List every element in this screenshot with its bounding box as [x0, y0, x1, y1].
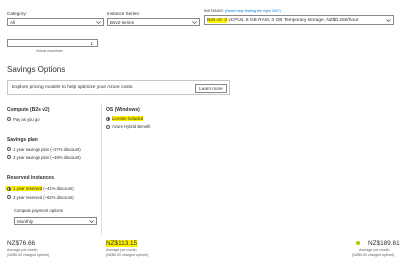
reserved-3yr-label: 3 year reserved (~62% discount): [13, 194, 74, 200]
reserved-1yr-label: 1 year reserved: [13, 186, 43, 191]
savings-plan-1yr-label: 1 year savings plan (~27% discount): [13, 146, 81, 152]
savings-title: Savings Options: [7, 65, 66, 74]
compute-title: Compute (B2s v2): [7, 107, 50, 113]
instance-value-highlight: B2s v2: 2: [207, 18, 227, 23]
quantity-caption: Virtual machines: [36, 49, 63, 53]
reserved-title: Reserved instances: [7, 175, 54, 181]
pay-as-you-go-label: Pay as you go: [13, 116, 40, 122]
savings-plan-3yr-label: 3 year savings plan (~49% discount): [13, 154, 81, 160]
grand-total-amount: NZ$189.81: [368, 240, 400, 247]
category-select[interactable]: All: [7, 18, 104, 26]
savings-plan-1yr-radio[interactable]: [7, 147, 11, 151]
category-label: Category:: [7, 11, 27, 16]
hybrid-benefit-label: Azure Hybrid Benefit: [112, 124, 151, 129]
compute-total-amount: NZ$76.66: [7, 240, 36, 247]
license-included-row: License included: [112, 116, 144, 121]
os-title: OS (Windows): [106, 107, 140, 113]
pay-as-you-go-radio[interactable]: [7, 117, 11, 121]
instance-select[interactable]: B2s v2: 2 vCPUs, 8 GB RAM, 0 GB Temporar…: [204, 15, 394, 25]
payment-options-select[interactable]: Monthly: [14, 217, 97, 225]
category-value: All: [10, 20, 16, 25]
grand-total-caption: Average per month: [359, 248, 390, 252]
column-divider: [101, 103, 102, 235]
series-select[interactable]: Bsv2-series: [107, 18, 200, 26]
hybrid-benefit-radio[interactable]: [106, 124, 110, 129]
os-total-amount-row: NZ$113.15: [106, 240, 138, 247]
chevron-down-icon: [192, 21, 197, 24]
os-total-caption: Average per month: [106, 248, 137, 252]
reserved-1yr-discount: (~41% discount): [42, 186, 74, 191]
banner-text: Explore pricing models to help optimize …: [12, 85, 134, 90]
payment-options-label: Compute payment options: [14, 208, 63, 213]
payment-options-value: Monthly: [17, 219, 34, 224]
learn-more-button[interactable]: Learn more: [195, 83, 227, 93]
grand-total-upfront: (NZ$0.00 charged upfront): [352, 253, 395, 257]
help-link[interactable]: (Need help finding the right VM?): [225, 9, 281, 13]
instance-label-row: INSTANCE: (Need help finding the right V…: [204, 9, 281, 13]
quantity-value: 1: [90, 41, 93, 46]
compute-total-upfront: (NZ$0.00 charged upfront): [7, 253, 50, 257]
os-total-amount: NZ$113.15: [106, 240, 138, 247]
series-label: Instance Series:: [107, 11, 140, 16]
chevron-down-icon: [96, 21, 101, 24]
pricing-banner: Explore pricing models to help optimize …: [7, 80, 230, 95]
reserved-3yr-radio[interactable]: [7, 195, 11, 199]
savings-plan-3yr-radio[interactable]: [7, 155, 11, 159]
reserved-1yr-radio[interactable]: [7, 186, 11, 191]
series-value: Bsv2-series: [110, 20, 134, 25]
compute-total-caption: Average per month: [7, 248, 38, 252]
instance-value-rest: vCPUs, 8 GB RAM, 0 GB Temporary storage,…: [227, 18, 359, 23]
status-dot-icon: [356, 241, 360, 245]
reserved-1yr-label-row: 1 year reserved (~41% discount): [13, 186, 74, 191]
os-total-upfront: (NZ$0.00 charged upfront): [106, 253, 149, 257]
instance-label: INSTANCE:: [204, 9, 224, 13]
license-included-radio[interactable]: [106, 116, 110, 121]
license-included-label: License included: [112, 116, 144, 121]
chevron-down-icon: [386, 19, 391, 22]
savings-plan-title: Savings plan: [7, 137, 38, 143]
chevron-down-icon: [89, 220, 94, 223]
quantity-stepper[interactable]: 1: [7, 39, 98, 47]
